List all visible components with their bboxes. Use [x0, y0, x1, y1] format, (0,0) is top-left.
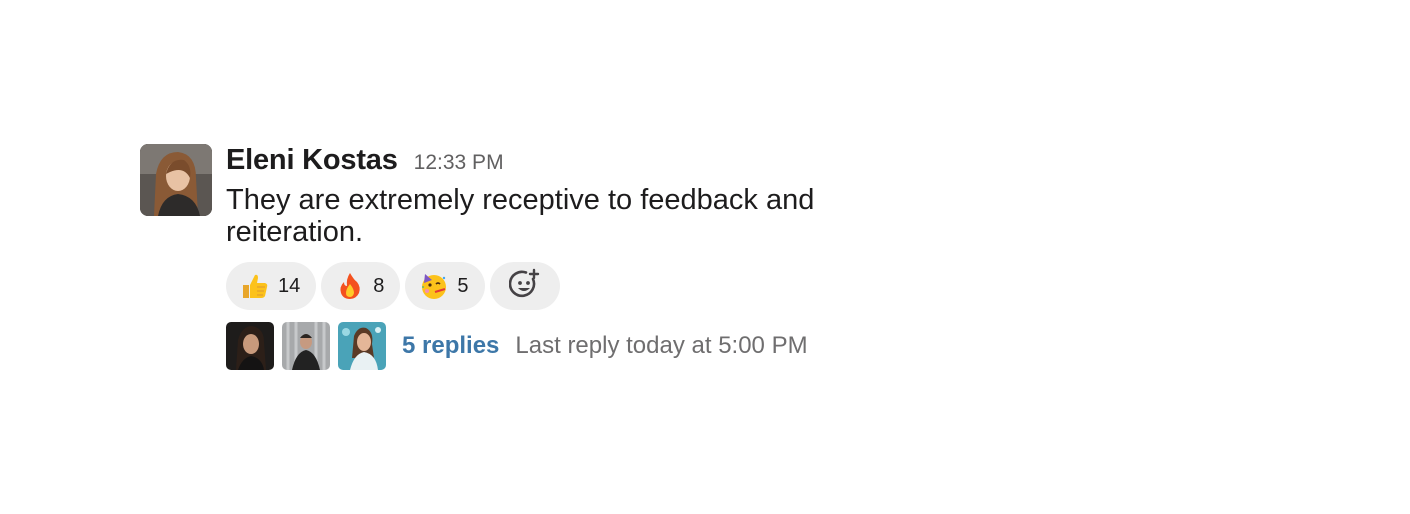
party-face-icon: [419, 271, 449, 301]
reactions-bar: 14 8 5: [226, 262, 906, 310]
add-reaction-button[interactable]: [489, 262, 560, 310]
reaction-thumbs-up[interactable]: 14: [226, 262, 317, 310]
reaction-count: 8: [373, 274, 385, 297]
reaction-count: 14: [278, 274, 301, 297]
thread-replies-link[interactable]: 5 replies: [402, 332, 499, 360]
add-emoji-icon: [508, 268, 541, 305]
thread-last-reply: Last reply today at 5:00 PM: [515, 332, 808, 359]
thread-participant-avatar: [338, 322, 386, 370]
thumbs-up-icon: [240, 271, 270, 301]
author-avatar[interactable]: [140, 144, 212, 216]
thread-participant-avatar: [282, 322, 330, 370]
message-body: Eleni Kostas 12:33 PM They are extremely…: [226, 144, 906, 370]
message-timestamp[interactable]: 12:33 PM: [414, 151, 504, 175]
author-name[interactable]: Eleni Kostas: [226, 144, 398, 177]
fire-icon: [335, 271, 365, 301]
thread-participant-avatar: [226, 322, 274, 370]
reaction-party-face[interactable]: 5: [405, 262, 485, 310]
reaction-count: 5: [457, 274, 469, 297]
message-text: They are extremely receptive to feedback…: [226, 184, 815, 248]
reaction-fire[interactable]: 8: [321, 262, 401, 310]
message-header: Eleni Kostas 12:33 PM: [226, 144, 906, 176]
thread-summary[interactable]: 5 replies Last reply today at 5:00 PM: [226, 322, 906, 370]
